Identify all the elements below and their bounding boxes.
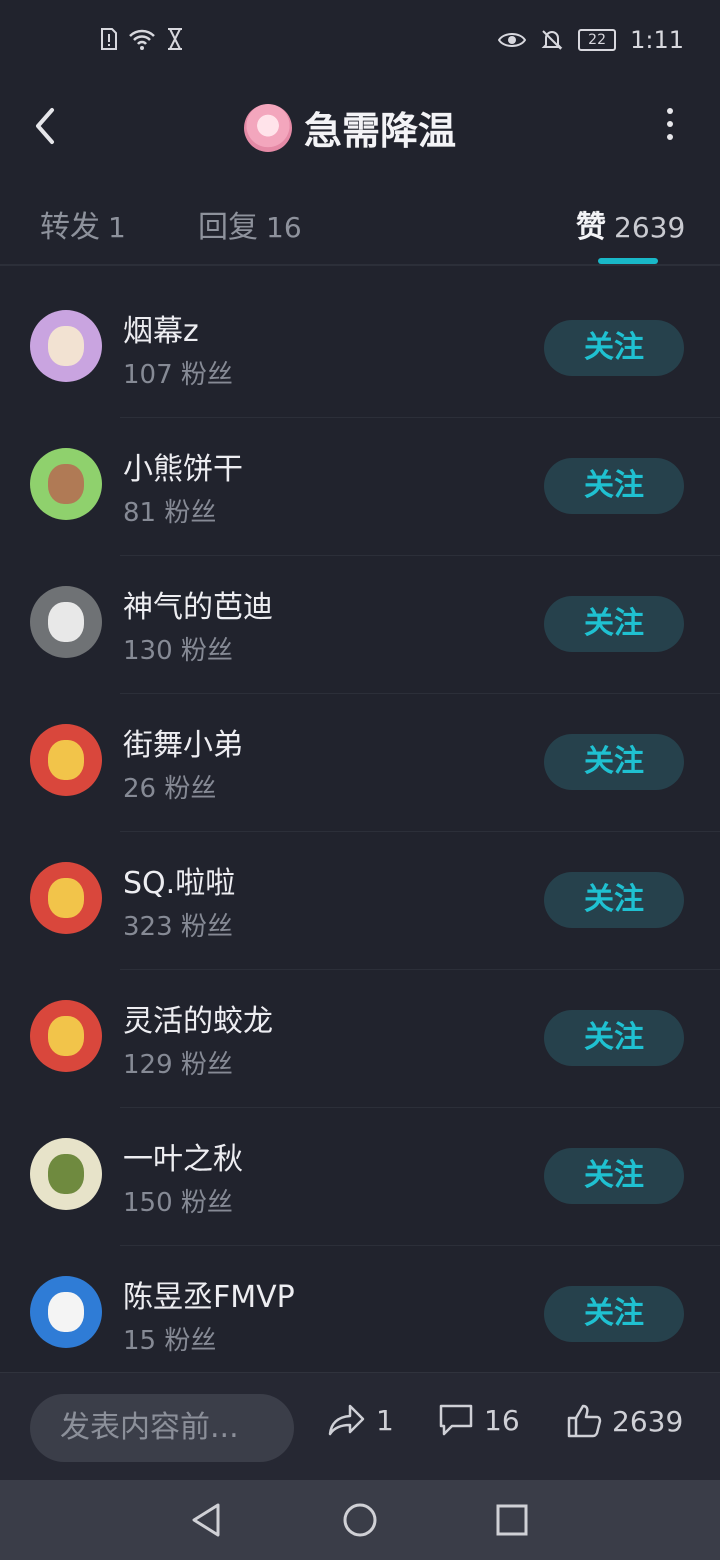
- avatar[interactable]: [30, 448, 102, 520]
- avatar[interactable]: [30, 1138, 102, 1210]
- nav-home-icon[interactable]: [342, 1502, 378, 1538]
- avatar[interactable]: [30, 724, 102, 796]
- sim-alert-icon: [101, 28, 117, 50]
- back-icon[interactable]: [28, 104, 64, 148]
- avatar[interactable]: [30, 310, 102, 382]
- list-item[interactable]: 街舞小弟 26 粉丝 关注: [0, 694, 720, 832]
- wifi-icon: [129, 29, 155, 50]
- user-name[interactable]: 烟幕z: [123, 306, 199, 350]
- nav-back-icon[interactable]: [190, 1502, 222, 1538]
- fan-count: 130 粉丝: [123, 636, 233, 666]
- list-item[interactable]: 神气的芭迪 130 粉丝 关注: [0, 556, 720, 694]
- follow-button[interactable]: 关注: [544, 734, 684, 790]
- follow-button[interactable]: 关注: [544, 596, 684, 652]
- nav-recents-icon[interactable]: [496, 1504, 528, 1536]
- like-count: 2639: [612, 1404, 684, 1438]
- fan-count: 323 粉丝: [123, 912, 233, 942]
- repost-button[interactable]: 1: [328, 1403, 394, 1437]
- follow-button[interactable]: 关注: [544, 1148, 684, 1204]
- system-nav-bar: [0, 1480, 720, 1560]
- tab-count: 16: [266, 211, 302, 244]
- avatar[interactable]: [30, 586, 102, 658]
- compose-input[interactable]: 发表内容前...: [30, 1394, 294, 1462]
- avatar: [244, 103, 292, 152]
- like-button[interactable]: 2639: [566, 1403, 683, 1439]
- user-name[interactable]: 神气的芭迪: [123, 582, 273, 626]
- tab-likes[interactable]: 赞 2639: [576, 202, 685, 246]
- user-name[interactable]: 街舞小弟: [123, 720, 243, 764]
- active-tab-indicator: [598, 258, 658, 264]
- more-options-icon[interactable]: [660, 108, 680, 144]
- list-item[interactable]: 陈昱丞FMVP 15 粉丝 关注: [0, 1246, 720, 1384]
- tab-count: 1: [108, 211, 126, 244]
- tab-label: 赞: [576, 210, 606, 245]
- fan-count: 129 粉丝: [123, 1050, 233, 1080]
- list-item[interactable]: 一叶之秋 150 粉丝 关注: [0, 1108, 720, 1246]
- user-name[interactable]: SQ.啦啦: [123, 858, 235, 902]
- fan-count: 81 粉丝: [123, 498, 217, 528]
- list-item[interactable]: SQ.啦啦 323 粉丝 关注: [0, 832, 720, 970]
- bottom-action-bar: 发表内容前... 1 16 2639: [0, 1372, 720, 1481]
- list-item[interactable]: 小熊饼干 81 粉丝 关注: [0, 418, 720, 556]
- user-name[interactable]: 灵活的蛟龙: [123, 996, 273, 1040]
- tab-replies[interactable]: 回复 16: [198, 202, 302, 246]
- follow-button[interactable]: 关注: [544, 1286, 684, 1342]
- avatar[interactable]: [30, 1276, 102, 1348]
- eye-icon: [498, 33, 527, 47]
- fan-count: 15 粉丝: [123, 1326, 217, 1356]
- user-name[interactable]: 小熊饼干: [123, 444, 243, 488]
- fan-count: 26 粉丝: [123, 774, 217, 804]
- tab-bar: 转发 1 回复 16 赞 2639: [0, 188, 720, 266]
- follow-button[interactable]: 关注: [544, 1010, 684, 1066]
- user-name[interactable]: 一叶之秋: [123, 1134, 243, 1178]
- liker-list: 烟幕z 107 粉丝 关注 小熊饼干 81 粉丝 关注 神气的芭迪 130 粉丝…: [0, 280, 720, 1384]
- clock: 1:11: [630, 26, 684, 54]
- hourglass-icon: [168, 28, 182, 50]
- follow-button[interactable]: 关注: [544, 458, 684, 514]
- status-bar: 22 1:11: [0, 0, 720, 84]
- tab-repost[interactable]: 转发 1: [40, 202, 126, 246]
- comment-button[interactable]: 16: [438, 1403, 520, 1437]
- tab-label: 回复: [198, 210, 258, 245]
- title-block: 急需降温: [244, 100, 456, 155]
- header: 急需降温: [0, 84, 720, 168]
- tab-label: 转发: [40, 210, 100, 245]
- fan-count: 107 粉丝: [123, 360, 233, 390]
- comment-icon: [439, 1404, 473, 1436]
- user-name[interactable]: 陈昱丞FMVP: [123, 1272, 295, 1316]
- list-item[interactable]: 灵活的蛟龙 129 粉丝 关注: [0, 970, 720, 1108]
- follow-button[interactable]: 关注: [544, 872, 684, 928]
- avatar[interactable]: [30, 1000, 102, 1072]
- avatar[interactable]: [30, 862, 102, 934]
- follow-button[interactable]: 关注: [544, 320, 684, 376]
- thumbs-up-icon: [567, 1404, 602, 1438]
- repost-count: 1: [376, 1403, 394, 1437]
- battery-indicator: 22: [578, 29, 617, 51]
- share-icon: [328, 1404, 365, 1436]
- comment-count: 16: [484, 1403, 520, 1437]
- mute-bell-icon: [541, 30, 563, 50]
- page-title: 急需降温: [304, 109, 457, 153]
- list-item[interactable]: 烟幕z 107 粉丝 关注: [0, 280, 720, 418]
- tab-count: 2639: [614, 211, 686, 244]
- fan-count: 150 粉丝: [123, 1188, 233, 1218]
